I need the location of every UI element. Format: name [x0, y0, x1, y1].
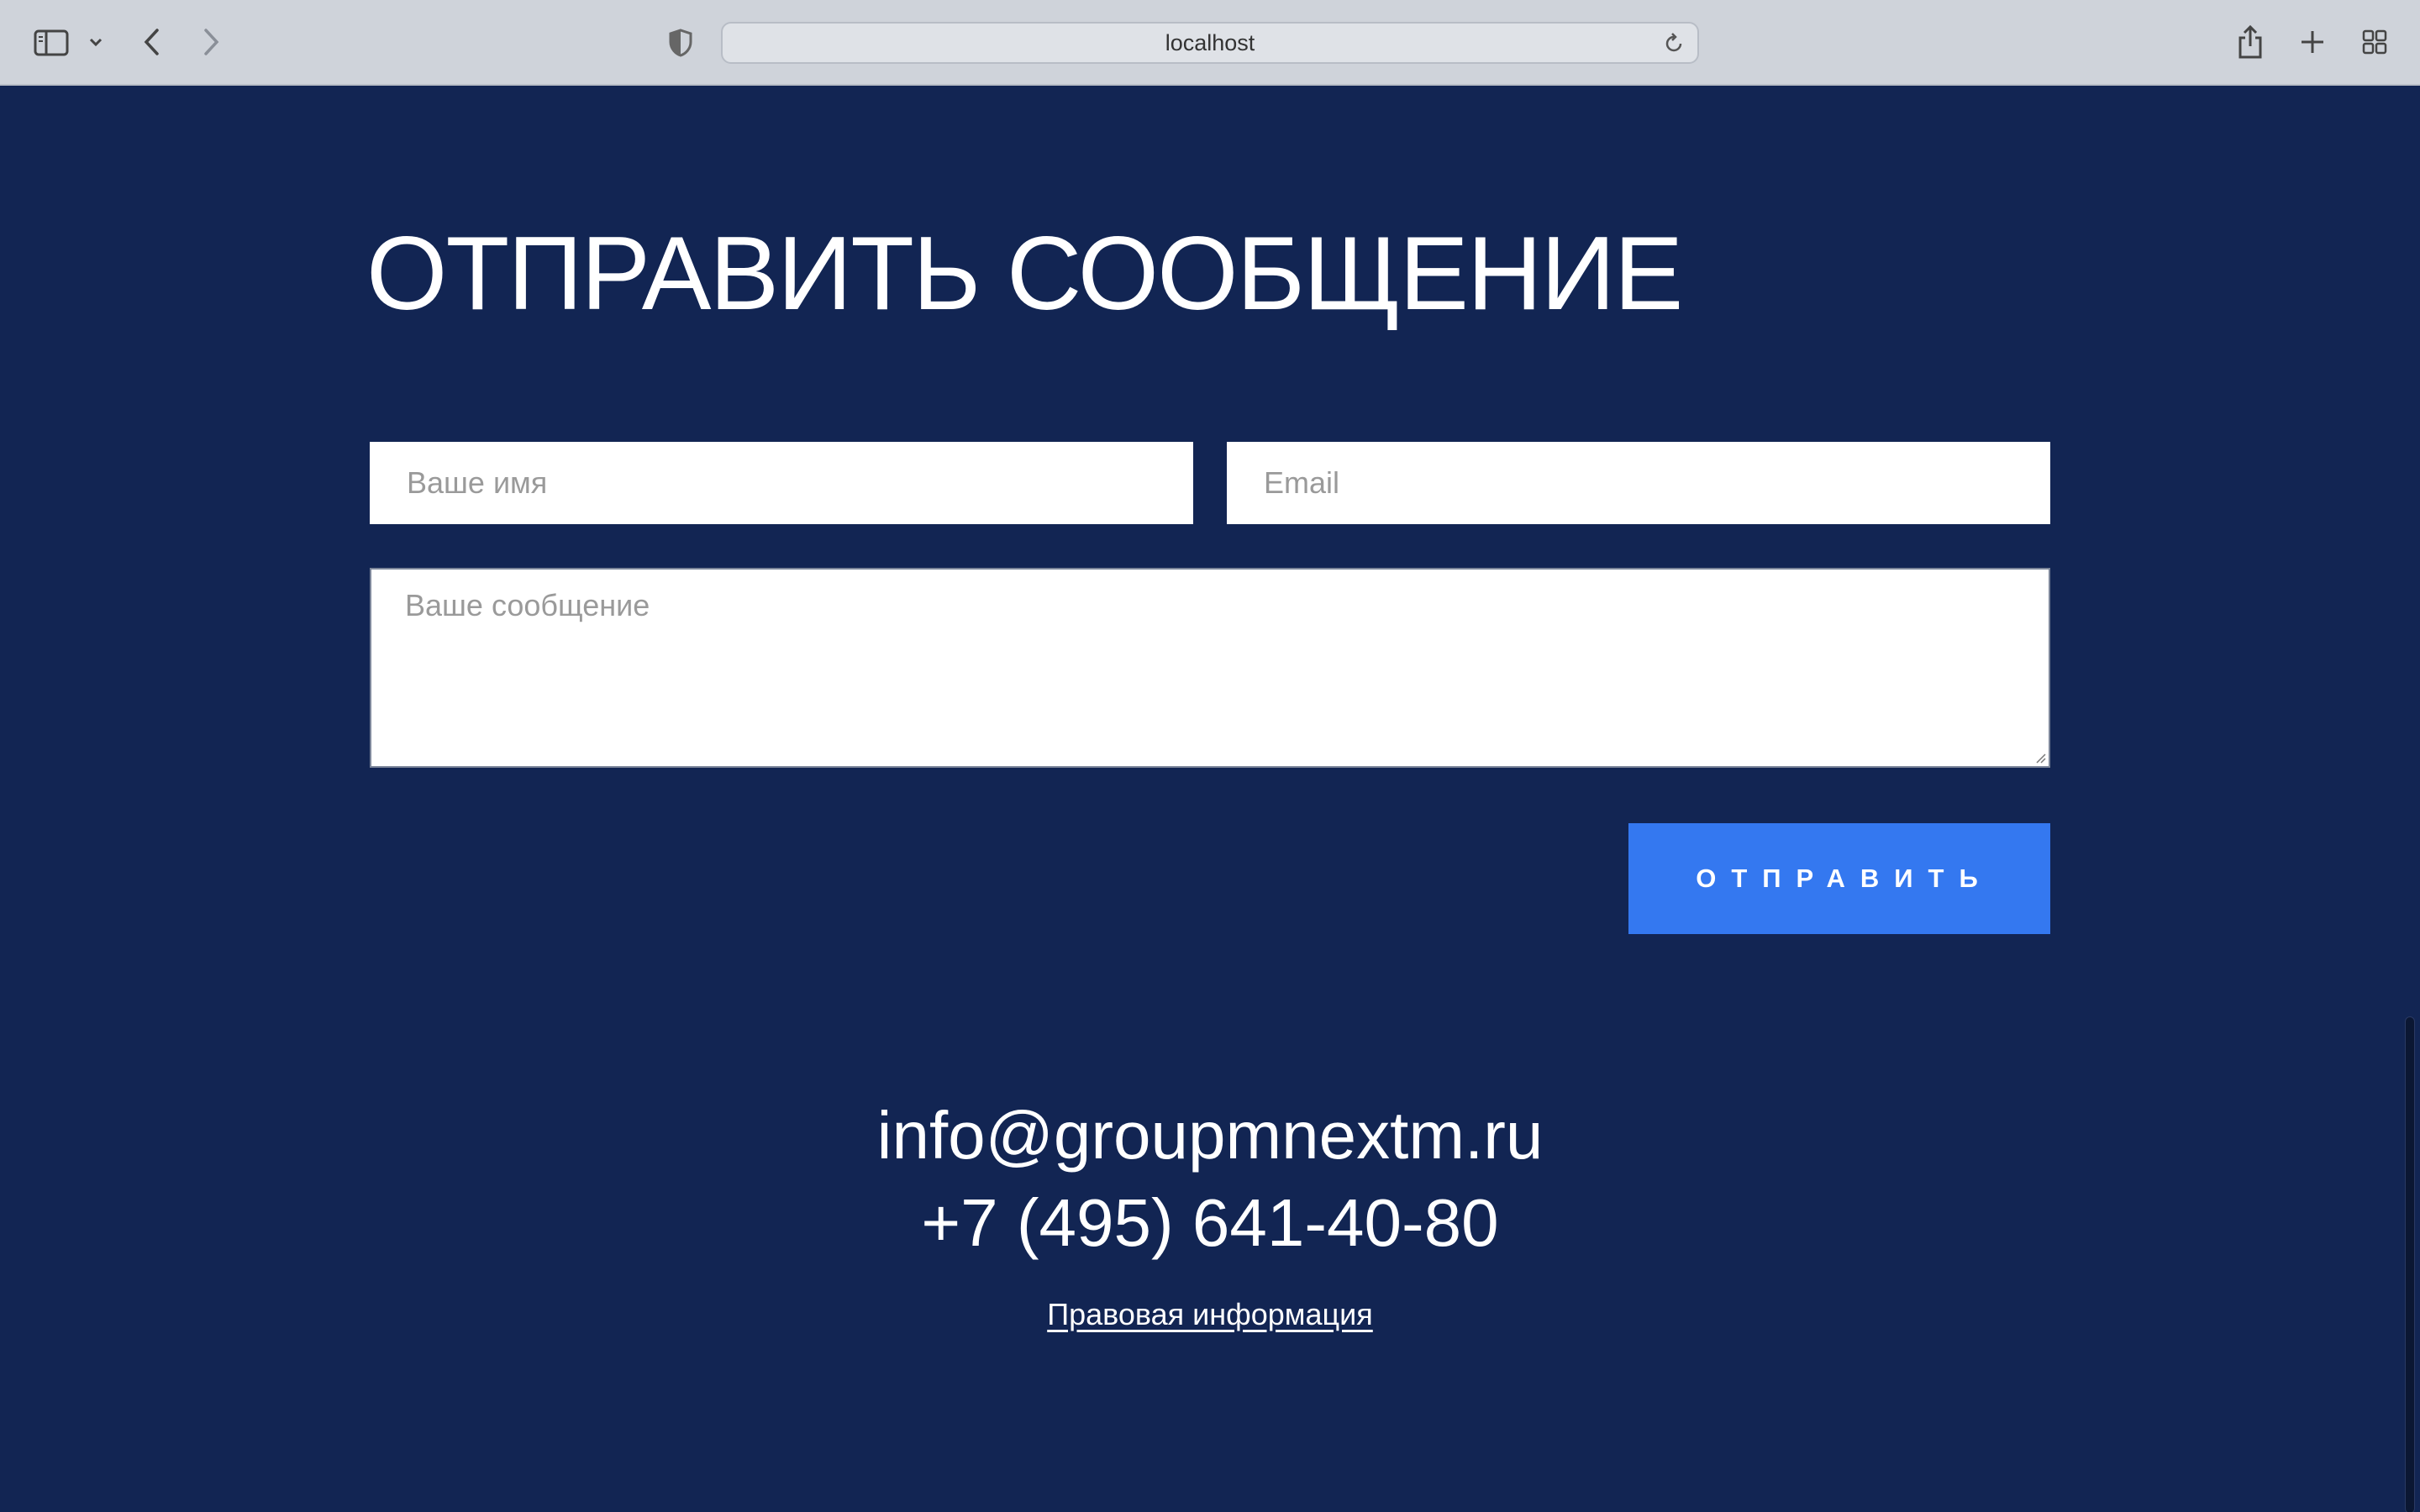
name-input[interactable]: [370, 442, 1193, 524]
url-text[interactable]: localhost: [723, 24, 1697, 62]
legal-info-container: Правовая информация: [0, 1297, 2420, 1332]
submit-button[interactable]: ОТПРАВИТЬ: [1628, 823, 2050, 934]
chevron-right-icon[interactable]: [198, 25, 225, 59]
message-textarea[interactable]: [370, 568, 2050, 768]
contact-phone: +7 (495) 641-40-80: [921, 1185, 1499, 1260]
legal-info-link[interactable]: Правовая информация: [1047, 1297, 1373, 1331]
browser-toolbar: localhost: [0, 0, 2420, 86]
page-title: ОТПРАВИТЬ СООБЩЕНИЕ: [366, 216, 1683, 332]
grid-icon[interactable]: [2360, 27, 2390, 57]
resize-handle-icon[interactable]: [2033, 751, 2047, 764]
scrollbar-thumb[interactable]: [2405, 1016, 2415, 1512]
contact-email: info@groupmnextm.ru: [876, 1098, 1544, 1173]
shield-icon[interactable]: [666, 27, 696, 59]
email-input[interactable]: [1227, 442, 2050, 524]
reload-icon[interactable]: [1662, 32, 1686, 55]
chevron-left-icon[interactable]: [138, 25, 165, 59]
page-content: ОТПРАВИТЬ СООБЩЕНИЕ ОТПРАВИТЬ info@group…: [0, 87, 2420, 1512]
plus-icon[interactable]: [2297, 27, 2328, 57]
sidebar-icon[interactable]: [32, 27, 71, 59]
address-bar[interactable]: localhost: [721, 22, 1699, 64]
share-icon[interactable]: [2235, 24, 2265, 60]
chevron-down-icon[interactable]: [86, 32, 106, 52]
